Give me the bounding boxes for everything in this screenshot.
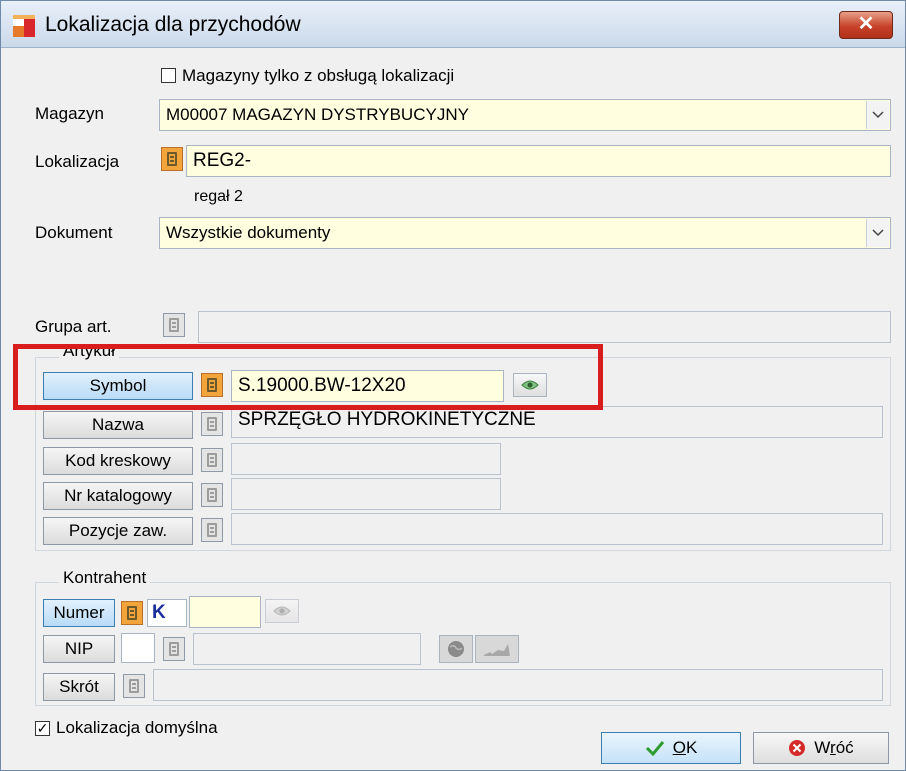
nr-katalogowy-button-label: Nr katalogowy bbox=[64, 486, 172, 505]
nazwa-value: SPRZĘGŁO HYDROKINETYCZNE bbox=[238, 409, 536, 430]
close-icon: ✕ bbox=[857, 13, 875, 35]
nazwa-field[interactable]: SPRZĘGŁO HYDROKINETYCZNE bbox=[231, 406, 883, 438]
nip-field[interactable] bbox=[193, 633, 421, 665]
chevron-down-icon[interactable] bbox=[866, 219, 889, 247]
kod-kreskowy-field[interactable] bbox=[231, 443, 501, 475]
back-button[interactable]: Wróć bbox=[753, 732, 889, 764]
nr-katalogowy-lookup-icon[interactable] bbox=[201, 483, 223, 507]
nazwa-lookup-icon[interactable] bbox=[201, 412, 223, 436]
numer-field[interactable] bbox=[189, 596, 261, 628]
default-location-checkbox[interactable]: ✓ bbox=[35, 721, 50, 736]
grupa-label: Grupa art. bbox=[35, 317, 112, 336]
pozycje-zaw-field[interactable] bbox=[231, 513, 883, 545]
dokument-value: Wszystkie dokumenty bbox=[166, 223, 331, 242]
chevron-down-icon[interactable] bbox=[866, 101, 889, 129]
window-title: Lokalizacja dla przychodów bbox=[45, 13, 301, 36]
nazwa-button[interactable]: Nazwa bbox=[43, 411, 193, 439]
nip-lookup-icon[interactable] bbox=[163, 637, 185, 661]
grupa-lookup-icon[interactable] bbox=[163, 313, 185, 337]
title-bar[interactable]: Lokalizacja dla przychodów ✕ bbox=[1, 1, 905, 48]
kod-kreskowy-button[interactable]: Kod kreskowy bbox=[43, 447, 193, 475]
kontrahent-type-k[interactable]: K bbox=[147, 599, 187, 627]
magazyn-value: M00007 MAGAZYN DYSTRYBUCYJNY bbox=[166, 105, 469, 124]
numer-button[interactable]: Numer bbox=[43, 599, 115, 627]
numer-lookup-icon[interactable] bbox=[121, 601, 143, 625]
nip-button-label: NIP bbox=[64, 639, 94, 658]
nr-katalogowy-button[interactable]: Nr katalogowy bbox=[43, 482, 193, 510]
pozycje-zaw-button[interactable]: Pozycje zaw. bbox=[43, 517, 193, 545]
lokalizacja-description: regał 2 bbox=[194, 188, 243, 205]
nr-katalogowy-field[interactable] bbox=[231, 478, 501, 510]
lokalizacja-field[interactable]: REG2- bbox=[186, 145, 891, 177]
warehouses-only-checkbox[interactable] bbox=[161, 68, 176, 83]
highlight-box bbox=[13, 344, 603, 410]
dokument-label: Dokument bbox=[35, 223, 113, 242]
numer-button-label: Numer bbox=[53, 603, 105, 622]
cancel-icon bbox=[789, 740, 806, 756]
map-icon[interactable] bbox=[475, 635, 519, 663]
lokalizacja-value: REG2- bbox=[193, 150, 252, 171]
ok-button-label: OK bbox=[672, 738, 698, 757]
pozycje-zaw-button-label: Pozycje zaw. bbox=[68, 521, 168, 540]
default-location-label: Lokalizacja domyślna bbox=[56, 718, 218, 737]
close-button[interactable]: ✕ bbox=[839, 11, 893, 39]
nip-button[interactable]: NIP bbox=[43, 635, 115, 663]
globe-icon[interactable] bbox=[439, 635, 473, 663]
dialog-window: Lokalizacja dla przychodów ✕ Magazyny ty… bbox=[0, 0, 906, 771]
back-button-label: Wróć bbox=[814, 738, 854, 757]
skrot-field[interactable] bbox=[153, 669, 883, 701]
magazyn-label: Magazyn bbox=[35, 104, 104, 123]
kontrahent-group-title: Kontrahent bbox=[59, 568, 151, 588]
warehouses-only-label: Magazyny tylko z obsługą lokalizacji bbox=[182, 66, 455, 85]
kod-kreskowy-lookup-icon[interactable] bbox=[201, 448, 223, 472]
nazwa-button-label: Nazwa bbox=[92, 415, 144, 434]
lokalizacja-lookup-icon[interactable] bbox=[161, 147, 183, 171]
grupa-field[interactable] bbox=[198, 311, 891, 343]
skrot-lookup-icon[interactable] bbox=[123, 674, 145, 698]
skrot-button[interactable]: Skrót bbox=[43, 673, 115, 701]
lokalizacja-label: Lokalizacja bbox=[35, 152, 120, 171]
ok-button[interactable]: OK bbox=[601, 732, 741, 764]
kod-kreskowy-button-label: Kod kreskowy bbox=[65, 451, 171, 470]
check-icon: ✓ bbox=[36, 720, 49, 736]
dokument-select[interactable]: Wszystkie dokumenty bbox=[159, 217, 891, 249]
pozycje-zaw-lookup-icon[interactable] bbox=[201, 518, 223, 542]
magazyn-select[interactable]: M00007 MAGAZYN DYSTRYBUCYJNY bbox=[159, 99, 891, 131]
skrot-button-label: Skrót bbox=[59, 677, 99, 696]
checkmark-icon bbox=[645, 741, 664, 756]
nip-prefix-field[interactable] bbox=[121, 633, 155, 663]
app-icon bbox=[13, 15, 35, 37]
eye-icon[interactable] bbox=[265, 599, 299, 623]
